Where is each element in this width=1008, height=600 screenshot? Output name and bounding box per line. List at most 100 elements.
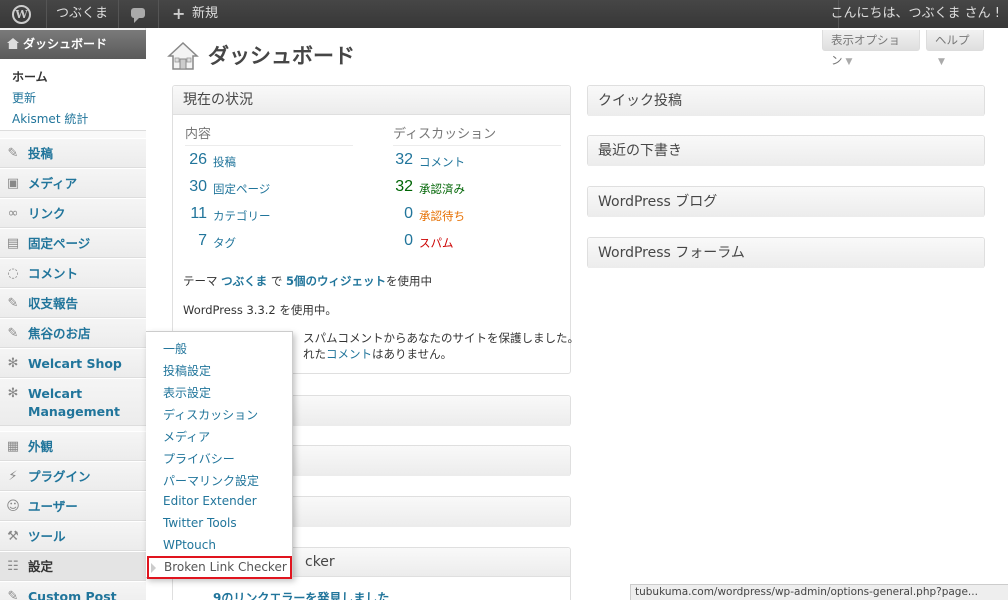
pending-count[interactable]: 0	[379, 205, 413, 223]
menu-dashboard-label: ダッシュボード	[23, 37, 108, 51]
new-content-label: 新規	[192, 6, 219, 21]
menu-dashboard[interactable]: ダッシュボード	[0, 30, 156, 59]
quick-press-box[interactable]: クイック投稿	[587, 85, 985, 116]
menu-welcart-management-label: Welcart Management	[28, 386, 121, 419]
pages-link[interactable]: 固定ページ	[213, 181, 270, 197]
tags-count[interactable]: 7	[173, 232, 207, 250]
menu-links[interactable]: ∞ リンク	[0, 198, 146, 228]
menu-appearance[interactable]: ▦ 外観	[0, 431, 146, 461]
akismet-text-a: れた	[303, 347, 326, 361]
content-column-heading: 内容	[185, 127, 212, 142]
menu-tools[interactable]: ⚒ ツール	[0, 521, 146, 551]
menu-media[interactable]: ▣ メディア	[0, 168, 146, 198]
comment-icon: ◌	[7, 266, 19, 281]
users-icon: ☺	[6, 499, 20, 514]
recent-drafts-title: 最近の下書き	[588, 136, 984, 166]
plus-icon: +	[172, 4, 186, 23]
settings-media[interactable]: メディア	[163, 428, 210, 445]
right-now-title[interactable]: 現在の状況	[173, 86, 570, 115]
menu-welcart-shop[interactable]: ✻ Welcart Shop	[0, 348, 146, 378]
tags-link[interactable]: タグ	[213, 235, 236, 251]
tools-icon: ⚒	[7, 529, 19, 544]
menu-settings[interactable]: ☷ 設定	[0, 551, 146, 581]
caret-down-icon: ▼	[845, 57, 853, 67]
menu-users-label: ユーザー	[28, 499, 78, 514]
posts-link[interactable]: 投稿	[213, 154, 236, 170]
menu-media-label: メディア	[28, 176, 78, 191]
settings-reading[interactable]: 表示設定	[163, 384, 211, 401]
menu-settings-label: 設定	[28, 559, 54, 574]
menu-comments[interactable]: ◌ コメント	[0, 258, 146, 288]
theme-prefix: テーマ	[183, 274, 218, 288]
broken-links-notice[interactable]: 9のリンクエラーを発見しました	[213, 589, 389, 600]
categories-link[interactable]: カテゴリー	[213, 208, 271, 224]
spam-link[interactable]: スパム	[419, 235, 454, 251]
comments-link[interactable]	[118, 0, 158, 28]
theme-link[interactable]: つぶくま	[221, 274, 267, 288]
spam-count[interactable]: 0	[379, 232, 413, 250]
settings-discussion[interactable]: ディスカッション	[163, 406, 258, 423]
akismet-comments-link[interactable]: コメント	[326, 347, 372, 361]
settings-general[interactable]: 一般	[163, 340, 187, 357]
caret-down-icon: ▼	[938, 57, 945, 67]
menu-pages[interactable]: ▤ 固定ページ	[0, 228, 146, 258]
plugin-icon: ⚡	[8, 469, 18, 484]
dashboard-submenu: ホーム 更新 Akismet 統計	[0, 59, 146, 131]
admin-bar: W つぶくま + 新規 こんにちは、つぶくま さん !	[0, 0, 1008, 28]
settings-broken-link-checker[interactable]: Broken Link Checker	[147, 556, 292, 579]
site-name-link[interactable]: つぶくま	[46, 0, 118, 28]
page-icon: ▤	[6, 236, 20, 251]
menu-income-report-label: 収支報告	[28, 296, 79, 311]
quick-press-title: クイック投稿	[588, 86, 984, 116]
recent-drafts-box[interactable]: 最近の下書き	[587, 135, 985, 166]
settings-icon: ☷	[7, 559, 19, 574]
menu-welcart-shop-label: Welcart Shop	[28, 356, 122, 371]
settings-editor-extender[interactable]: Editor Extender	[163, 494, 257, 508]
menu-posts-label: 投稿	[28, 146, 54, 161]
menu-welcart-management[interactable]: ✻ Welcart Management	[0, 378, 146, 426]
menu-posts[interactable]: ✎ 投稿	[0, 138, 146, 168]
browser-status-bar: tubukuma.com/wordpress/wp-admin/options-…	[630, 584, 1008, 600]
akismet-info-line2: れたコメントはありません。	[303, 346, 452, 362]
settings-twitter-tools[interactable]: Twitter Tools	[163, 516, 237, 530]
new-content-menu[interactable]: + 新規	[158, 0, 230, 28]
pages-count[interactable]: 30	[173, 178, 207, 196]
comments-link[interactable]: コメント	[419, 154, 465, 170]
approved-link[interactable]: 承認済み	[419, 181, 465, 197]
home-icon	[7, 38, 19, 49]
settings-privacy[interactable]: プライバシー	[163, 450, 235, 467]
menu-users[interactable]: ☺ ユーザー	[0, 491, 146, 521]
submenu-updates[interactable]: 更新	[12, 89, 36, 106]
categories-count[interactable]: 11	[173, 205, 207, 223]
menu-custom-post-label: Custom Post	[28, 589, 117, 600]
account-greeting[interactable]: こんにちは、つぶくま さん !	[831, 0, 1000, 28]
settings-writing[interactable]: 投稿設定	[163, 362, 211, 379]
wordpress-blog-box[interactable]: WordPress ブログ	[587, 186, 985, 217]
approved-count[interactable]: 32	[379, 178, 413, 196]
submenu-akismet-stats[interactable]: Akismet 統計	[12, 110, 88, 127]
wordpress-forum-title: WordPress フォーラム	[588, 238, 984, 268]
widgets-link[interactable]: 5個のウィジェット	[286, 274, 386, 288]
settings-wptouch[interactable]: WPtouch	[163, 538, 216, 552]
menu-shop[interactable]: ✎ 焦谷のお店	[0, 318, 146, 348]
link-icon: ∞	[7, 206, 19, 221]
help-tab[interactable]: ヘルプ ▼	[926, 30, 984, 67]
comments-count[interactable]: 32	[379, 151, 413, 169]
settings-flyout-menu: 一般 投稿設定 表示設定 ディスカッション メディア プライバシー パーマリンク…	[146, 331, 293, 579]
posts-count[interactable]: 26	[173, 151, 207, 169]
appearance-icon: ▦	[6, 439, 20, 454]
menu-custom-post[interactable]: ✎ Custom Post	[0, 581, 146, 600]
menu-income-report[interactable]: ✎ 収支報告	[0, 288, 146, 318]
comment-bubble-icon	[131, 8, 145, 23]
screen-options-tab[interactable]: 表示オプション ▼	[822, 30, 920, 67]
menu-plugins[interactable]: ⚡ プラグイン	[0, 461, 146, 491]
divider	[393, 145, 561, 146]
pin-icon: ✎	[7, 326, 19, 341]
wordpress-logo-icon: W	[12, 5, 31, 24]
pin-icon: ✎	[7, 589, 19, 600]
settings-permalinks[interactable]: パーマリンク設定	[163, 472, 259, 489]
wordpress-forum-box[interactable]: WordPress フォーラム	[587, 237, 985, 268]
wp-logo-menu[interactable]: W	[0, 0, 46, 28]
submenu-home[interactable]: ホーム	[12, 68, 48, 85]
pending-link[interactable]: 承認待ち	[419, 208, 465, 224]
